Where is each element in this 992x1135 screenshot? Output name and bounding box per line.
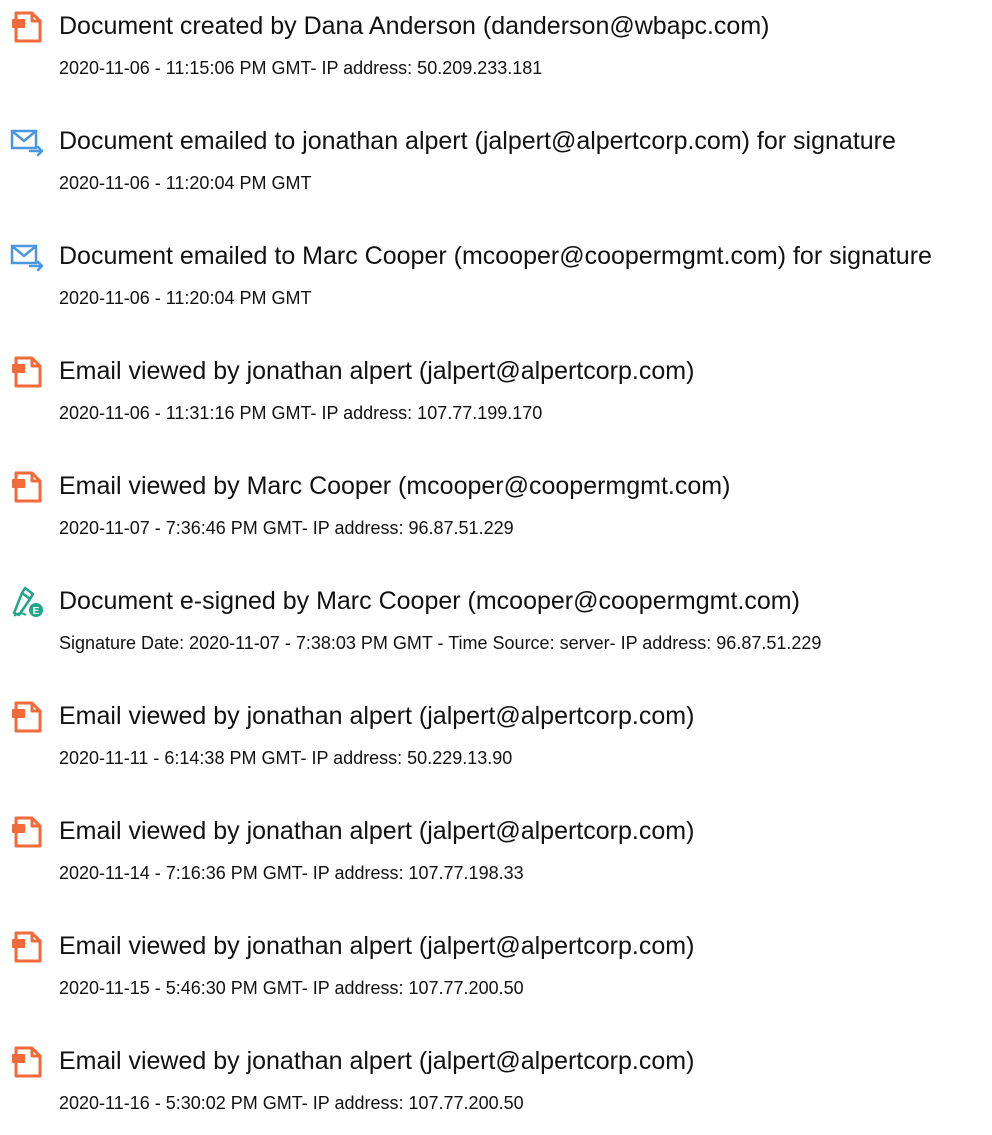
event-detail: 2020-11-14 - 7:16:36 PM GMT- IP address:… <box>59 863 524 883</box>
document-icon <box>10 1045 46 1079</box>
event-detail: 2020-11-06 - 11:20:04 PM GMT <box>59 173 312 193</box>
event-detail: 2020-11-15 - 5:46:30 PM GMT- IP address:… <box>59 978 524 998</box>
event-title: Document emailed to jonathan alpert (jal… <box>59 127 896 155</box>
event-title: Email viewed by jonathan alpert (jalpert… <box>59 932 695 960</box>
event-detail: Signature Date: 2020-11-07 - 7:38:03 PM … <box>59 633 822 653</box>
email-sent-icon <box>10 125 46 159</box>
audit-event: Email viewed by jonathan alpert (jalpert… <box>0 345 992 445</box>
audit-event: Document emailed to Marc Cooper (mcooper… <box>0 230 992 330</box>
audit-event: Email viewed by Marc Cooper (mcooper@coo… <box>0 460 992 560</box>
document-icon <box>10 470 46 504</box>
document-icon <box>10 700 46 734</box>
esign-pen-icon: E <box>10 585 46 619</box>
svg-text:E: E <box>33 606 40 617</box>
document-icon <box>10 10 46 44</box>
event-title: Document emailed to Marc Cooper (mcooper… <box>59 242 932 270</box>
audit-event: Document emailed to jonathan alpert (jal… <box>0 115 992 215</box>
event-title: Email viewed by jonathan alpert (jalpert… <box>59 702 695 730</box>
document-icon <box>10 815 46 849</box>
document-icon <box>10 930 46 964</box>
audit-event: Email viewed by jonathan alpert (jalpert… <box>0 1035 992 1135</box>
event-title: Document created by Dana Anderson (dande… <box>59 12 770 40</box>
event-title: Email viewed by jonathan alpert (jalpert… <box>59 357 695 385</box>
event-title: Document e-signed by Marc Cooper (mcoope… <box>59 587 800 615</box>
event-detail: 2020-11-16 - 5:30:02 PM GMT- IP address:… <box>59 1093 524 1113</box>
audit-event: E Document e-signed by Marc Cooper (mcoo… <box>0 575 992 675</box>
audit-event: Document created by Dana Anderson (dande… <box>0 0 992 100</box>
event-title: Email viewed by jonathan alpert (jalpert… <box>59 817 695 845</box>
event-detail: 2020-11-06 - 11:15:06 PM GMT- IP address… <box>59 58 543 78</box>
email-sent-icon <box>10 240 46 274</box>
audit-event: Email viewed by jonathan alpert (jalpert… <box>0 920 992 1020</box>
event-title: Email viewed by Marc Cooper (mcooper@coo… <box>59 472 731 500</box>
event-detail: 2020-11-06 - 11:31:16 PM GMT- IP address… <box>59 403 543 423</box>
event-detail: 2020-11-07 - 7:36:46 PM GMT- IP address:… <box>59 518 514 538</box>
document-icon <box>10 355 46 389</box>
event-detail: 2020-11-11 - 6:14:38 PM GMT- IP address:… <box>59 748 513 768</box>
event-title: Email viewed by jonathan alpert (jalpert… <box>59 1047 695 1075</box>
audit-event: Email viewed by jonathan alpert (jalpert… <box>0 690 992 790</box>
audit-event: Email viewed by jonathan alpert (jalpert… <box>0 805 992 905</box>
event-detail: 2020-11-06 - 11:20:04 PM GMT <box>59 288 312 308</box>
